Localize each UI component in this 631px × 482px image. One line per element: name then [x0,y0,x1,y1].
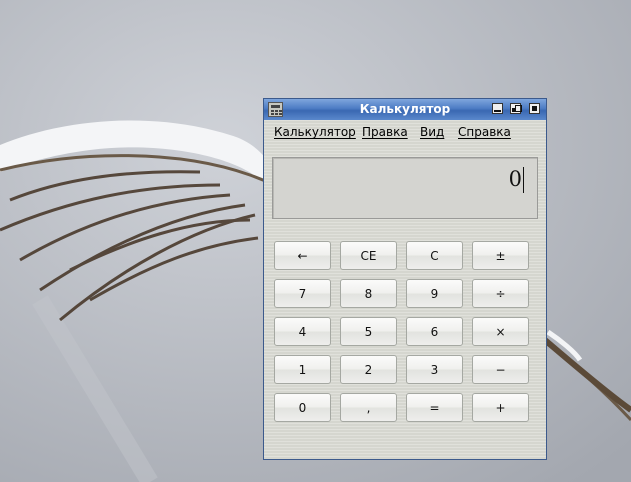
menu-view[interactable]: Вид [420,125,444,139]
equals-button[interactable]: = [406,393,463,422]
clear-entry-button[interactable]: CE [340,241,397,270]
text-cursor [523,167,524,193]
menu-calculator[interactable]: Калькулятор [274,125,356,139]
menu-help[interactable]: Справка [458,125,511,139]
maximize-icon[interactable] [510,103,522,114]
decimal-button[interactable]: , [340,393,397,422]
calculator-window: Калькулятор Калькулятор Правка Вид Справ… [263,98,547,460]
title-bar[interactable]: Калькулятор [264,99,546,120]
add-button[interactable]: + [472,393,529,422]
multiply-button[interactable]: × [472,317,529,346]
clear-button[interactable]: C [406,241,463,270]
menu-edit[interactable]: Правка [362,125,408,139]
digit-9-button[interactable]: 9 [406,279,463,308]
digit-1-button[interactable]: 1 [274,355,331,384]
result-display[interactable]: 0 [272,157,538,219]
sign-toggle-button[interactable]: ± [472,241,529,270]
digit-2-button[interactable]: 2 [340,355,397,384]
backspace-button[interactable]: ← [274,241,331,270]
digit-0-button[interactable]: 0 [274,393,331,422]
display-value: 0 [508,167,522,191]
close-icon[interactable] [529,103,540,114]
digit-3-button[interactable]: 3 [406,355,463,384]
digit-5-button[interactable]: 5 [340,317,397,346]
minimize-icon[interactable] [492,103,503,114]
window-title: Калькулятор [359,102,451,116]
digit-4-button[interactable]: 4 [274,317,331,346]
divide-button[interactable]: ÷ [472,279,529,308]
digit-6-button[interactable]: 6 [406,317,463,346]
subtract-button[interactable]: − [472,355,529,384]
menu-bar: Калькулятор Правка Вид Справка [264,120,546,142]
digit-7-button[interactable]: 7 [274,279,331,308]
digit-8-button[interactable]: 8 [340,279,397,308]
